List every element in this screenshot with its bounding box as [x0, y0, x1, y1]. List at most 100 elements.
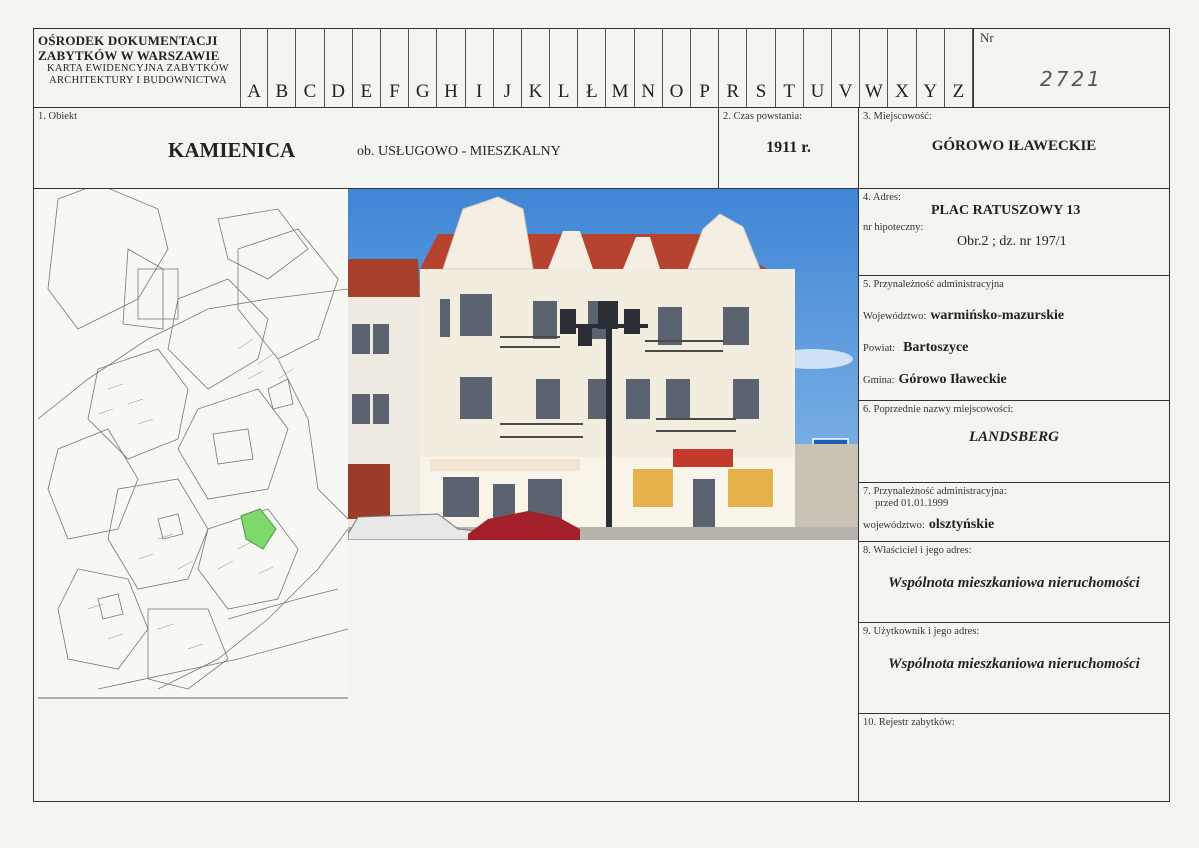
- letter-label: N: [641, 81, 656, 102]
- admin-commune: Gmina: Górowo Iławeckie: [863, 370, 1007, 388]
- creation-label: 2. Czas powstania:: [723, 111, 803, 122]
- letter-cell: W: [860, 28, 889, 107]
- letter-label: U: [810, 81, 825, 102]
- letter-label: M: [611, 81, 629, 102]
- letter-cell: U: [804, 28, 833, 107]
- admin-before-voiv: województwo: olsztyńskie: [863, 515, 994, 533]
- object-name: KAMIENICA: [168, 138, 296, 162]
- letter-label: L: [557, 81, 570, 102]
- letter-cell: M: [607, 28, 635, 107]
- letter-label: I: [475, 81, 483, 102]
- letter-cell: N: [635, 28, 663, 107]
- address-value: PLAC RATUSZOWY 13: [931, 203, 1081, 218]
- letter-cell: J: [494, 28, 522, 107]
- letter-label: C: [303, 81, 317, 102]
- admin-box: 5. Przynależność administracyjna Wojewód…: [858, 275, 1170, 401]
- letter-label: S: [755, 81, 767, 102]
- owner-label: 8. Właściciel i jego adres:: [863, 545, 972, 556]
- letter-cell: H: [437, 28, 466, 107]
- record-card: OŚRODEK DOKUMENTACJI ZABYTKÓW W WARSZAWI…: [0, 0, 1199, 848]
- admin-voiv: Województwo: warmińsko-mazurskie: [863, 306, 1064, 324]
- letter-label: F: [389, 81, 400, 102]
- mortgage-value: Obr.2 ; dz. nr 197/1: [957, 234, 1067, 249]
- letter-label: A: [247, 81, 261, 102]
- cadastral-map: [38, 189, 348, 699]
- admin-county-value: Bartoszyce: [903, 340, 969, 355]
- letter-cell: I: [466, 28, 494, 107]
- admin-county-label: Powiat:: [863, 343, 896, 354]
- letter-label: P: [699, 81, 710, 102]
- letter-label: Ł: [586, 81, 598, 102]
- letter-cell: L: [550, 28, 579, 107]
- letter-cell: B: [268, 28, 297, 107]
- owner-box: 8. Właściciel i jego adres: Wspólnota mi…: [858, 541, 1170, 623]
- letter-label: H: [444, 81, 458, 102]
- mortgage-label: nr hipoteczny:: [863, 222, 924, 233]
- owner-value: Wspólnota mieszkaniowa nieruchomości: [888, 575, 1140, 591]
- card-line-1: KARTA EWIDENCYJNA ZABYTKÓW: [47, 63, 229, 74]
- letter-cell: G: [409, 28, 438, 107]
- locality-value: GÓROWO IŁAWECKIE: [931, 138, 1097, 154]
- nr-value: 2721: [1040, 67, 1103, 91]
- former-names-value: LANDSBERG: [968, 429, 1060, 445]
- admin-before-label-2: przed 01.01.1999: [875, 498, 949, 509]
- photo-drawing: P: [348, 189, 858, 540]
- org-line-2: ZABYTKÓW W WARSZAWIE: [38, 48, 220, 63]
- letter-label: G: [415, 81, 430, 102]
- letter-cell: D: [325, 28, 353, 107]
- register-box: 10. Rejestr zabytków:: [858, 713, 1170, 802]
- letter-cell: S: [747, 28, 776, 107]
- letter-cell: E: [353, 28, 381, 107]
- letter-label: K: [528, 81, 543, 102]
- letter-cell: X: [888, 28, 917, 107]
- nr-box: Nr 2721: [973, 28, 1170, 108]
- card-line-2: ARCHITEKTURY I BUDOWNICTWA: [49, 75, 227, 86]
- admin-commune-label: Gmina:: [863, 375, 895, 386]
- former-names-box: 6. Poprzednie nazwy miejscowości: LANDSB…: [858, 400, 1170, 483]
- letter-label: E: [360, 81, 373, 102]
- user-value: Wspólnota mieszkaniowa nieruchomości: [888, 656, 1140, 672]
- letter-cell: Z: [945, 28, 973, 107]
- letter-label: J: [503, 81, 512, 102]
- former-names-label: 6. Poprzednie nazwy miejscowości:: [863, 404, 1014, 415]
- address-label: 4. Adres:: [863, 192, 901, 203]
- admin-commune-value: Górowo Iławeckie: [898, 372, 1007, 387]
- letter-label: V: [838, 81, 853, 102]
- admin-before-label-1: 7. Przynależność administracyjna:: [863, 486, 1007, 497]
- org-line-1: OŚRODEK DOKUMENTACJI: [38, 33, 218, 48]
- user-label: 9. Użytkownik i jego adres:: [863, 626, 980, 637]
- admin-county: Powiat: Bartoszyce: [863, 338, 968, 356]
- object-box: 1. Obiekt KAMIENICA ob. USŁUGOWO - MIESZ…: [33, 107, 719, 189]
- admin-before-box: 7. Przynależność administracyjna: przed …: [858, 482, 1170, 542]
- letter-label: R: [726, 81, 740, 102]
- object-function: ob. USŁUGOWO - MIESZKALNY: [357, 144, 561, 159]
- letter-cell: Y: [917, 28, 945, 107]
- letter-label: Z: [952, 81, 965, 102]
- admin-before-voiv-label: województwo:: [863, 520, 925, 531]
- letter-cell: O: [663, 28, 692, 107]
- letter-label: X: [895, 81, 909, 102]
- letter-cell: P: [691, 28, 720, 107]
- building-photo: P: [348, 189, 858, 540]
- admin-before-voiv-value: olsztyńskie: [928, 517, 995, 532]
- creation-value: 1911 r.: [766, 139, 811, 156]
- letter-cell: T: [776, 28, 804, 107]
- letter-label: T: [783, 81, 796, 102]
- map-drawing: [38, 189, 348, 699]
- letter-cell: C: [296, 28, 325, 107]
- header-title: OŚRODEK DOKUMENTACJI ZABYTKÓW W WARSZAWI…: [38, 33, 238, 87]
- object-label: 1. Obiekt: [38, 111, 78, 122]
- register-label: 10. Rejestr zabytków:: [863, 717, 955, 728]
- admin-voiv-label: Województwo:: [863, 311, 927, 322]
- letter-label: W: [864, 81, 883, 102]
- nr-label: Nr: [980, 30, 994, 45]
- letter-cell: F: [381, 28, 410, 107]
- letter-label: O: [669, 81, 684, 102]
- user-box: 9. Użytkownik i jego adres: Wspólnota mi…: [858, 622, 1170, 714]
- letter-cell: K: [522, 28, 551, 107]
- locality-label: 3. Miejscowość:: [863, 111, 932, 122]
- letter-label: D: [331, 81, 346, 102]
- creation-box: 2. Czas powstania: 1911 r.: [718, 107, 859, 189]
- letter-label: B: [275, 81, 289, 102]
- admin-label: 5. Przynależność administracyjna: [863, 279, 1004, 290]
